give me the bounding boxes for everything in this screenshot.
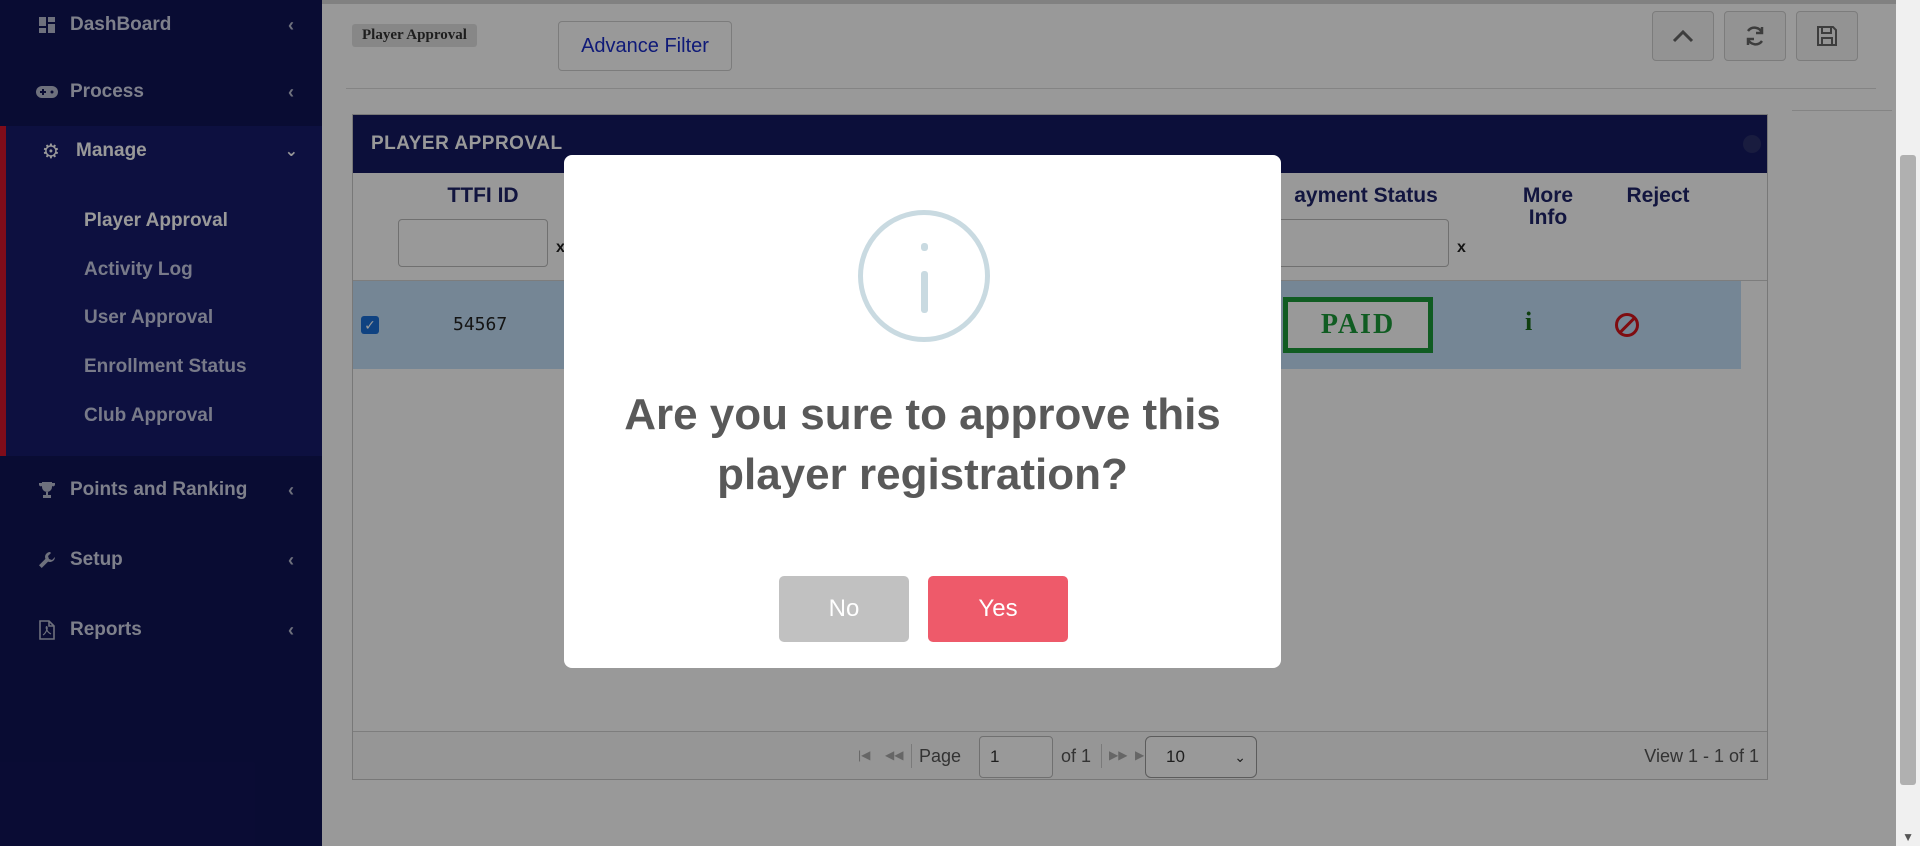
dialog-title: Are you sure to approve this player regi… bbox=[624, 390, 1221, 499]
info-circle-icon bbox=[858, 210, 990, 342]
yes-button[interactable]: Yes bbox=[928, 576, 1068, 642]
vertical-scrollbar[interactable]: ▼ bbox=[1896, 0, 1920, 846]
scrollbar-thumb[interactable] bbox=[1900, 155, 1916, 785]
scroll-down-icon[interactable]: ▼ bbox=[1902, 830, 1914, 844]
confirm-dialog: Are you sure to approve this player regi… bbox=[564, 155, 1281, 668]
no-button[interactable]: No bbox=[779, 576, 909, 642]
